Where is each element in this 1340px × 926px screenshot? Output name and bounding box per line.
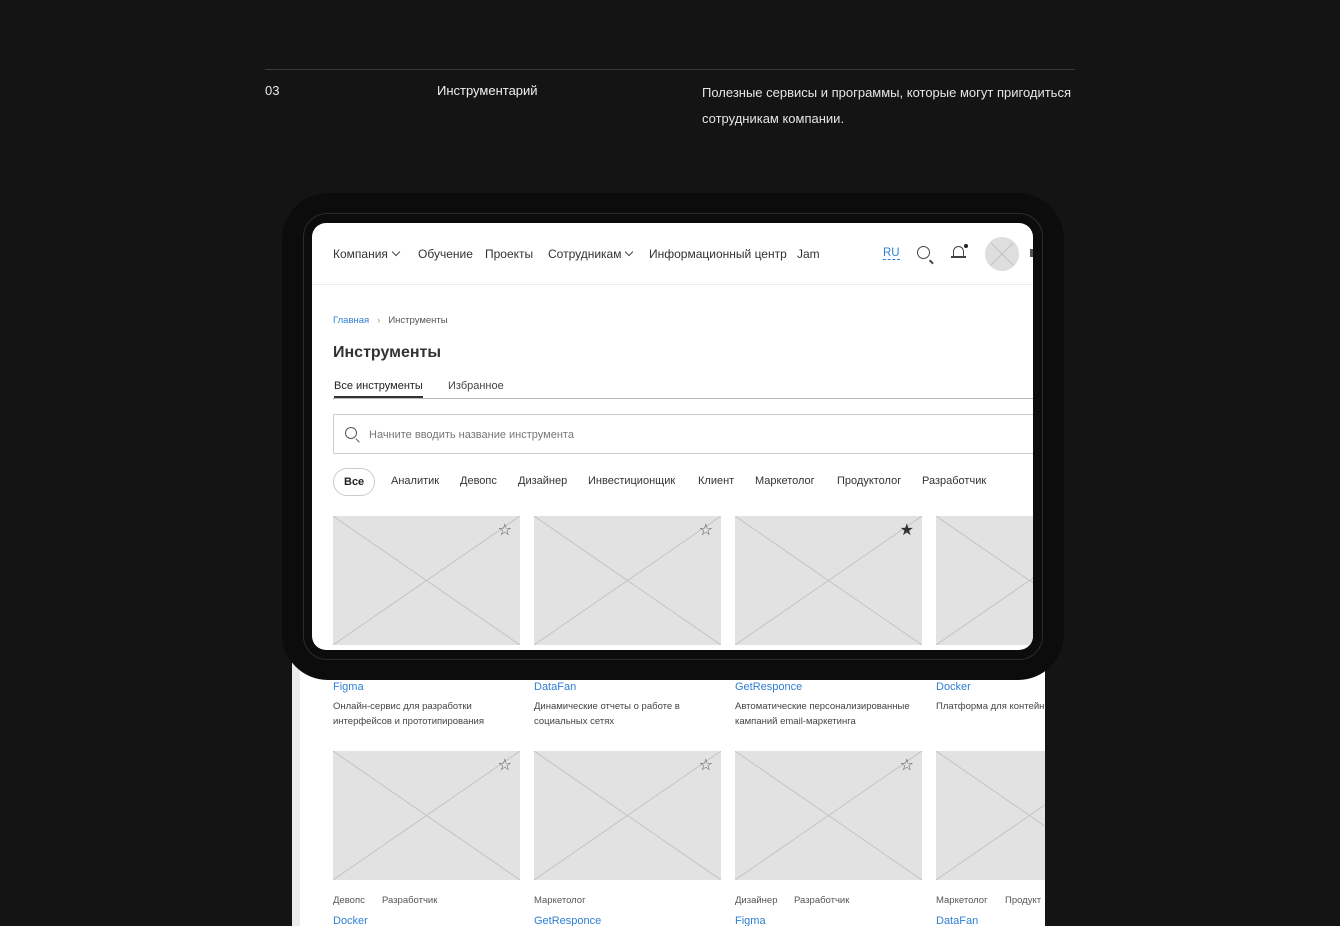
card-tag: Разработчик	[794, 895, 850, 906]
search-icon[interactable]	[917, 246, 930, 259]
avatar[interactable]	[985, 237, 1019, 271]
filter-chip[interactable]: Инвестиционщик	[588, 475, 675, 487]
favorite-star-icon[interactable]: ☆	[699, 523, 713, 539]
card-title[interactable]: Docker	[333, 915, 368, 926]
card-title[interactable]: GetResponce	[534, 915, 601, 926]
filter-chip[interactable]: Продуктолог	[837, 475, 901, 487]
bell-icon[interactable]	[951, 244, 968, 259]
breadcrumb-separator-icon: ›	[377, 315, 381, 326]
filter-chip[interactable]: Клиент	[698, 475, 734, 487]
cut-off-label	[1030, 249, 1033, 257]
card-title[interactable]: Docker	[936, 681, 971, 693]
card-title[interactable]: DataFan	[534, 681, 576, 693]
card-image-placeholder[interactable]	[936, 751, 1045, 880]
chevron-down-icon	[391, 247, 401, 257]
breadcrumb-current: Инструменты	[388, 315, 448, 326]
top-nav: Компания Обучение Проекты Сотрудникам Ин…	[312, 223, 1033, 285]
nav-item-projects[interactable]: Проекты	[485, 247, 533, 261]
nav-item-learning[interactable]: Обучение	[418, 247, 473, 261]
card-title[interactable]: Figma	[333, 681, 364, 693]
card-description: Онлайн-сервис для разработки интерфейсов…	[333, 701, 484, 727]
card-title[interactable]: DataFan	[936, 915, 978, 926]
favorite-star-filled-icon[interactable]: ★	[900, 523, 914, 539]
card-tag: Маркетолог	[534, 895, 586, 906]
card-image-placeholder[interactable]: ☆	[333, 751, 520, 880]
filter-chip[interactable]: Аналитик	[391, 475, 439, 487]
chevron-down-icon	[625, 247, 634, 257]
card-tag: Продукт	[1005, 895, 1042, 906]
card-description: Автоматические персонализированные кампа…	[735, 701, 910, 727]
filter-chip-all[interactable]: Все	[333, 468, 376, 496]
favorite-star-icon[interactable]: ☆	[900, 758, 914, 774]
filter-chip[interactable]: Разработчик	[922, 475, 986, 487]
nav-item-label: Компания	[333, 247, 388, 261]
tabs: Все инструменты Избранное	[333, 380, 1033, 399]
section-title: Инструментарий	[437, 83, 538, 98]
search-input[interactable]: Начните вводить название инструмента	[333, 414, 1033, 454]
card-image-placeholder[interactable]: ☆	[333, 516, 520, 645]
card-title[interactable]: GetResponce	[735, 681, 802, 693]
tab-favorites[interactable]: Избранное	[448, 380, 504, 396]
breadcrumb: Главная › Инструменты	[333, 315, 448, 326]
card-image-placeholder[interactable]: ★	[735, 516, 922, 645]
filter-chip[interactable]: Дизайнер	[518, 475, 567, 487]
left-gutter	[292, 660, 300, 926]
nav-item-info-center[interactable]: Информационный центр	[649, 247, 787, 261]
card-title[interactable]: Figma	[735, 915, 766, 926]
section-description: Полезные сервисы и программы, которые мо…	[702, 85, 1071, 126]
search-placeholder: Начните вводить название инструмента	[369, 429, 574, 441]
filter-chip[interactable]: Маркетолог	[755, 475, 815, 487]
card-description: Платформа для контейн	[936, 701, 1045, 712]
section-divider	[265, 69, 1075, 70]
card-description: Динамические отчеты о работе в социальны…	[534, 701, 680, 727]
favorite-star-icon[interactable]: ☆	[498, 758, 512, 774]
section-number: 03	[265, 83, 280, 98]
tablet-screen: Компания Обучение Проекты Сотрудникам Ин…	[312, 223, 1033, 650]
nav-item-jam[interactable]: Jam	[797, 247, 820, 261]
nav-item-employees[interactable]: Сотрудникам	[548, 247, 634, 261]
card-image-placeholder[interactable]: ☆	[534, 751, 721, 880]
card-tag: Маркетолог	[936, 895, 988, 906]
card-tag: Разработчик	[382, 895, 438, 906]
nav-item-company[interactable]: Компания	[333, 247, 401, 261]
page-continuation: Figma Онлайн-сервис для разработки интер…	[292, 660, 1045, 926]
card-image-placeholder[interactable]: ☆	[534, 516, 721, 645]
tab-all-tools[interactable]: Все инструменты	[334, 380, 423, 398]
filter-chip[interactable]: Девопс	[460, 475, 497, 487]
nav-item-label: Сотрудникам	[548, 247, 622, 261]
favorite-star-icon[interactable]: ☆	[699, 758, 713, 774]
breadcrumb-home[interactable]: Главная	[333, 315, 369, 326]
language-switch[interactable]: RU	[883, 247, 900, 260]
card-image-placeholder[interactable]	[936, 516, 1033, 645]
card-tag: Девопс	[333, 895, 365, 906]
card-image-placeholder[interactable]: ☆	[735, 751, 922, 880]
search-icon	[345, 427, 357, 439]
page-title: Инструменты	[333, 344, 442, 361]
favorite-star-icon[interactable]: ☆	[498, 523, 512, 539]
card-tag: Дизайнер	[735, 895, 778, 906]
